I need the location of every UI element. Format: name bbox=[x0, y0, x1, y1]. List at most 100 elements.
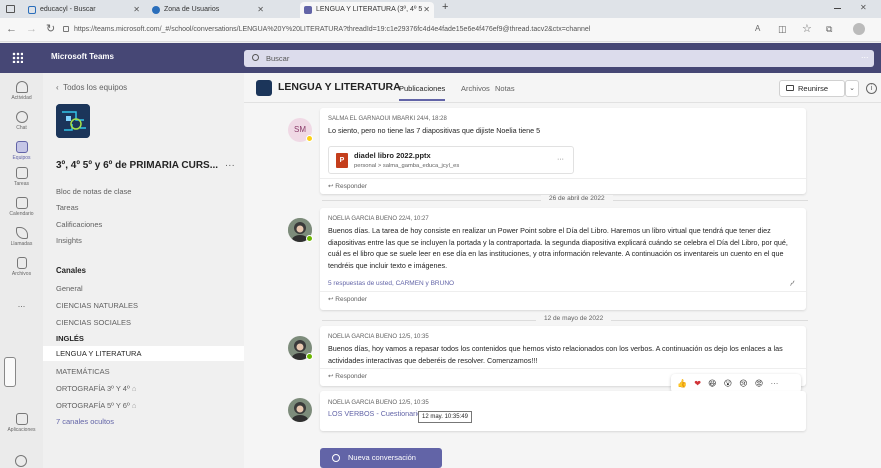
reply-button[interactable]: ↩ Responder bbox=[328, 182, 367, 190]
panel-item-grades[interactable]: Calificaciones bbox=[56, 220, 102, 229]
rail-scroll-handle[interactable] bbox=[4, 357, 16, 387]
attachment-name: diadel libro 2022.pptx bbox=[354, 151, 431, 160]
browser-tab-3[interactable]: LENGUA Y LITERATURA (3º, 4º 5 ✕ bbox=[300, 2, 434, 18]
app-rail: Actividad Chat Equipos Tareas Calendario… bbox=[0, 73, 43, 468]
browser-tab-label: LENGUA Y LITERATURA (3º, 4º 5 bbox=[316, 6, 423, 13]
rail-item-calendar[interactable]: Calendario bbox=[0, 197, 43, 217]
apps-icon bbox=[15, 413, 28, 425]
message-text: Buenos días. La tarea de hoy consiste en… bbox=[328, 226, 788, 270]
date-separator: 12 de mayo de 2022 bbox=[536, 315, 612, 322]
rail-label: Archivos bbox=[11, 271, 32, 277]
channel-matematicas[interactable]: MATEMÁTICAS bbox=[56, 367, 110, 376]
attachment-more-icon[interactable]: ··· bbox=[557, 156, 564, 163]
rail-item-calls[interactable]: Llamadas bbox=[0, 227, 43, 247]
message-author: NOELIA GARCIA BUENO 12/5, 10:35 bbox=[328, 334, 429, 340]
collections-icon[interactable]: ⧉ bbox=[826, 22, 832, 36]
message-author: SALMA EL GARNAOUI MBARKI 24/4, 18:28 bbox=[328, 116, 447, 122]
message-author: NOELIA GARCIA BUENO 12/5, 10:35 bbox=[328, 400, 429, 406]
browser-tab-label: Zona de Usuarios bbox=[164, 6, 220, 13]
reaction-more-icon[interactable]: ··· bbox=[770, 379, 778, 388]
panel-item-insights[interactable]: Insights bbox=[56, 236, 82, 245]
read-aloud-icon[interactable]: A bbox=[755, 22, 760, 36]
browser-tab-1[interactable]: educacyl - Buscar ✕ bbox=[24, 2, 144, 18]
refresh-icon[interactable]: ↻ bbox=[46, 22, 55, 36]
search-favicon-icon bbox=[28, 6, 36, 14]
reply-button[interactable]: ↩ Responder bbox=[328, 295, 367, 303]
rail-item-apps[interactable]: Aplicaciones bbox=[0, 413, 43, 433]
angry-reaction-icon[interactable]: 😡 bbox=[755, 379, 763, 388]
laugh-reaction-icon[interactable]: 😆 bbox=[708, 379, 716, 388]
attachment-card[interactable]: P diadel libro 2022.pptx personal > salm… bbox=[328, 146, 574, 174]
minimize-icon[interactable] bbox=[834, 8, 841, 9]
panel-item-assignments[interactable]: Tareas bbox=[56, 203, 79, 212]
info-icon[interactable]: i bbox=[866, 83, 877, 94]
channel-team-icon bbox=[256, 80, 272, 96]
team-name[interactable]: 3º, 4º 5º y 6º de PRIMARIA CURS... ··· bbox=[56, 160, 235, 171]
teams-brand: Microsoft Teams bbox=[51, 52, 114, 61]
files-icon bbox=[16, 257, 27, 269]
rail-item-teams[interactable]: Equipos bbox=[0, 141, 43, 161]
surprised-reaction-icon[interactable]: 😮 bbox=[724, 379, 732, 388]
reply-button[interactable]: ↩ Responder bbox=[328, 372, 367, 380]
close-tab-icon[interactable]: ✕ bbox=[133, 2, 140, 18]
sad-reaction-icon[interactable]: 😢 bbox=[739, 379, 747, 388]
channel-lengua-selected[interactable]: LENGUA Y LITERATURA bbox=[43, 346, 244, 361]
favorite-icon[interactable]: ☆ bbox=[802, 22, 812, 36]
channel-main: LENGUA Y LITERATURA Publicaciones Archiv… bbox=[244, 73, 881, 468]
more-options-icon[interactable]: ... bbox=[861, 50, 869, 60]
meet-dropdown-icon[interactable]: ⌄ bbox=[845, 80, 859, 97]
rail-item-files[interactable]: Archivos bbox=[0, 257, 43, 277]
close-tab-icon[interactable]: ✕ bbox=[257, 2, 264, 18]
close-tab-icon[interactable]: ✕ bbox=[423, 2, 430, 18]
channel-general[interactable]: General bbox=[56, 284, 83, 293]
tab-publicaciones[interactable]: Publicaciones bbox=[399, 84, 446, 101]
panel-item-class-notebook[interactable]: Bloc de notas de clase bbox=[56, 187, 131, 196]
message-text: Buenos días, hoy vamos a repasar todos l… bbox=[328, 344, 783, 365]
rail-item-chat[interactable]: Chat bbox=[0, 111, 43, 131]
rail-item-assignments[interactable]: Tareas bbox=[0, 167, 43, 187]
chat-icon bbox=[15, 111, 28, 123]
quiz-link[interactable]: LOS VERBOS - Cuestionario bbox=[328, 409, 421, 418]
message-card: NOELIA GARCIA BUENO 12/5, 10:35 LOS VERB… bbox=[320, 391, 806, 431]
attach-clip-icon: ⌇ bbox=[787, 278, 797, 289]
tab-notas[interactable]: Notas bbox=[495, 84, 515, 93]
rail-item-more[interactable]: ... bbox=[0, 299, 43, 309]
app-launcher-icon[interactable] bbox=[12, 52, 23, 63]
help-icon[interactable] bbox=[15, 455, 27, 467]
back-icon[interactable]: ← bbox=[6, 22, 17, 36]
message-card: NOELIA GARCIA BUENO 22/4, 10:27 Buenos d… bbox=[320, 208, 806, 310]
team-more-icon[interactable]: ··· bbox=[225, 160, 235, 171]
browser-tab-2[interactable]: Zona de Usuarios ✕ bbox=[148, 2, 268, 18]
heart-reaction-icon[interactable]: ❤ bbox=[694, 379, 701, 388]
channel-ciencias-sociales[interactable]: CIENCIAS SOCIALES bbox=[56, 318, 131, 327]
replies-summary[interactable]: 5 respuestas de usted, CARMEN y BRUNO bbox=[328, 280, 454, 287]
channel-title: LENGUA Y LITERATURA bbox=[278, 81, 401, 93]
meet-button[interactable]: Reunirse bbox=[779, 80, 845, 97]
tab-actions-icon[interactable] bbox=[6, 5, 15, 13]
profile-icon[interactable] bbox=[853, 23, 865, 35]
extensions-icon[interactable]: ◫ bbox=[778, 22, 787, 36]
browser-tab-bar: educacyl - Buscar ✕ Zona de Usuarios ✕ L… bbox=[0, 0, 881, 18]
url-field[interactable]: https://teams.microsoft.com/_#/school/co… bbox=[60, 21, 720, 38]
back-to-teams-link[interactable]: ‹ Todos los equipos bbox=[56, 83, 127, 92]
rail-label: Equipos bbox=[12, 155, 31, 161]
channel-ciencias-naturales[interactable]: CIENCIAS NATURALES bbox=[56, 301, 138, 310]
channel-ortografia-5-6[interactable]: ORTOGRAFÍA 5º Y 6º ⌂ bbox=[56, 401, 136, 410]
rail-item-activity[interactable]: Actividad bbox=[0, 81, 43, 101]
new-conversation-label: Nueva conversación bbox=[348, 453, 416, 462]
reply-label: Responder bbox=[335, 373, 368, 380]
forward-icon[interactable]: → bbox=[26, 22, 37, 36]
close-window-icon[interactable]: ✕ bbox=[860, 3, 867, 12]
message-card: SALMA EL GARNAOUI MBARKI 24/4, 18:28 Lo … bbox=[320, 108, 806, 194]
like-reaction-icon[interactable]: 👍 bbox=[677, 379, 687, 388]
channel-ingles[interactable]: INGLÉS bbox=[56, 334, 84, 343]
bell-icon bbox=[15, 81, 28, 93]
channel-ortografia-3-4[interactable]: ORTOGRAFÍA 3º Y 4º ⌂ bbox=[56, 384, 136, 393]
new-tab-button[interactable]: + bbox=[442, 1, 448, 13]
meet-label: Reunirse bbox=[798, 84, 829, 93]
rail-label: Actividad bbox=[11, 95, 32, 101]
hidden-channels-link[interactable]: 7 canales ocultos bbox=[56, 417, 114, 426]
tab-archivos[interactable]: Archivos bbox=[461, 84, 490, 93]
search-input[interactable]: Buscar bbox=[244, 50, 874, 67]
new-conversation-button[interactable]: Nueva conversación bbox=[320, 448, 442, 468]
